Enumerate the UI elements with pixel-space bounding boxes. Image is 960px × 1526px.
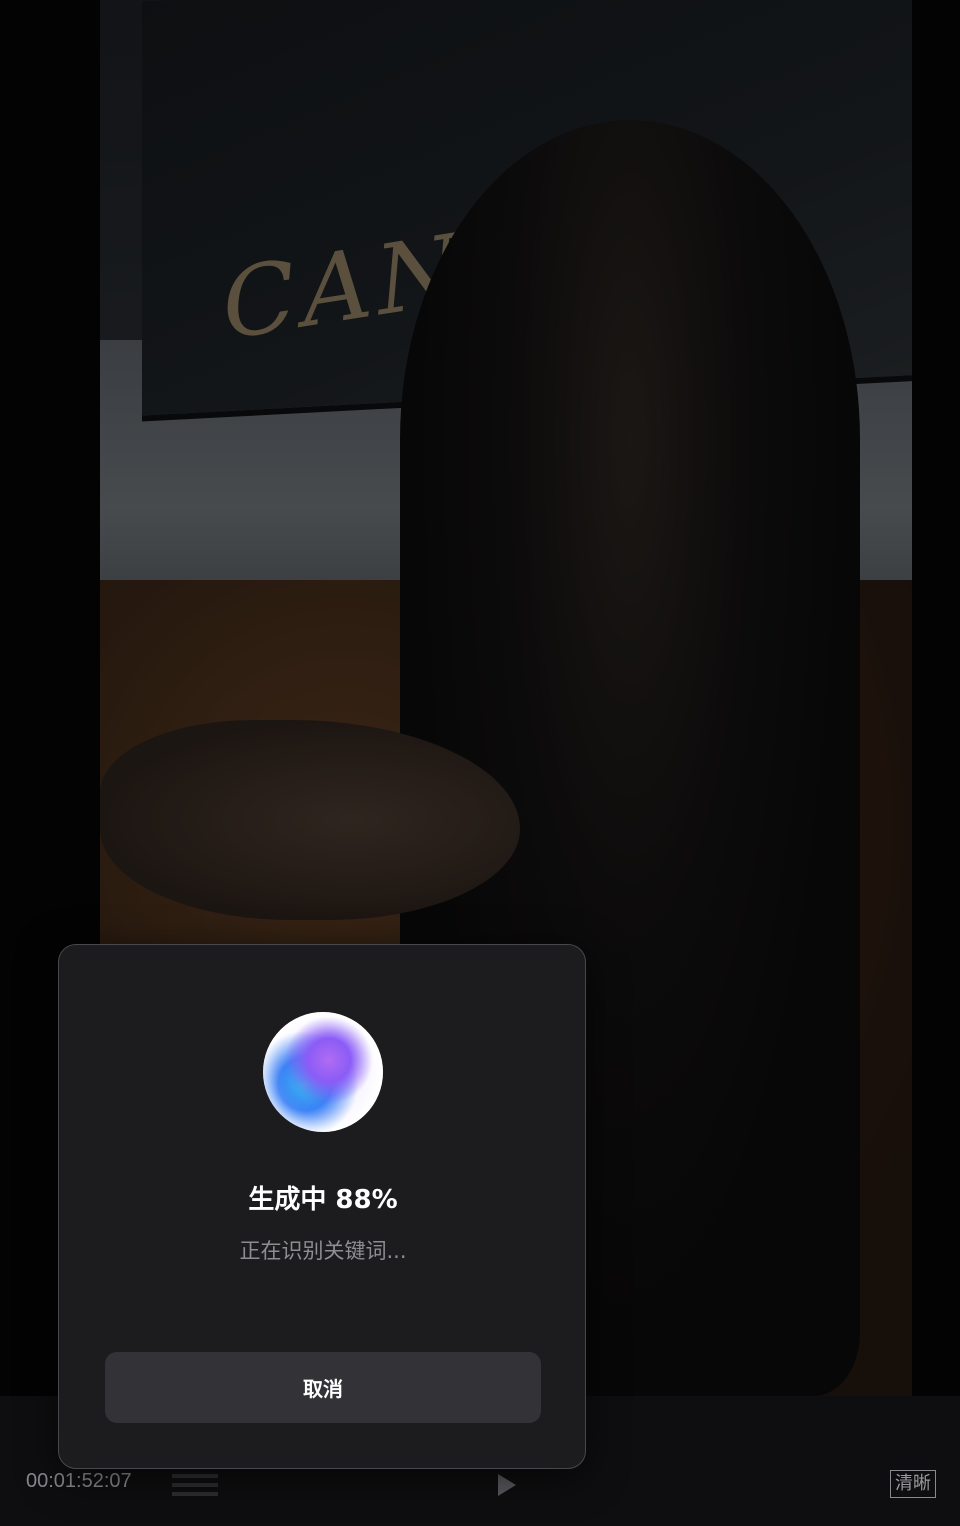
generation-progress-dialog: 生成中 88% 正在识别关键词... 取消 bbox=[58, 944, 586, 1469]
progress-subtitle: 正在识别关键词... bbox=[239, 1239, 407, 1263]
play-icon[interactable] bbox=[498, 1474, 516, 1496]
ai-orb-icon bbox=[263, 1012, 383, 1132]
timeline-grid-icon[interactable] bbox=[172, 1474, 218, 1500]
timecode: 00:01:52:07 bbox=[26, 1470, 132, 1492]
progress-title: 生成中 88% bbox=[248, 1185, 398, 1215]
quality-button[interactable]: 清晰 bbox=[890, 1470, 936, 1498]
cancel-button[interactable]: 取消 bbox=[105, 1352, 541, 1423]
